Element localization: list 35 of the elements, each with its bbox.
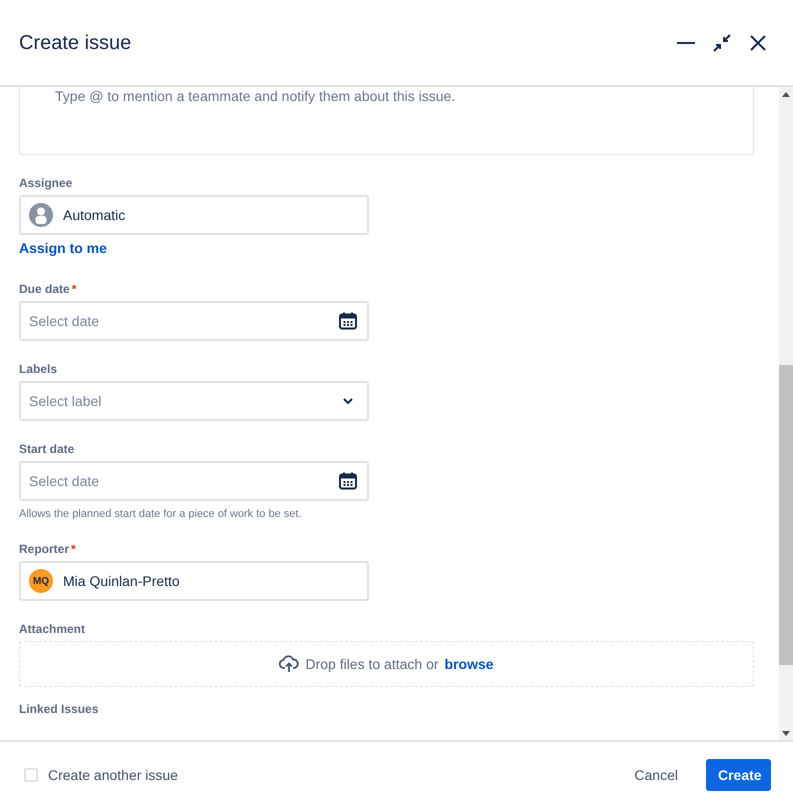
field-label: Due date * <box>19 282 76 296</box>
field-label: Assignee <box>19 176 72 190</box>
checkbox[interactable] <box>24 768 38 782</box>
cloud-upload-icon <box>279 655 300 673</box>
checkbox-label: Create another issue <box>48 766 178 784</box>
help-text: Allows the planned start date for a piece of work to be set. <box>19 507 302 521</box>
avatar: MQ <box>29 569 53 593</box>
user-picker-field[interactable]: Automatic <box>19 195 369 235</box>
close-icon <box>750 34 766 50</box>
create-button[interactable]: Create <box>706 759 771 791</box>
field-label: Attachment <box>19 622 86 636</box>
calendar-icon <box>339 472 357 490</box>
scroll-up-icon[interactable] <box>782 92 790 96</box>
field-label: Labels <box>19 362 58 376</box>
drop-files-text: Drop files to attach or <box>305 654 439 674</box>
select-field[interactable]: Select label <box>19 381 369 421</box>
dialog-title: Create issue <box>19 30 132 54</box>
collapse-icon <box>713 34 731 52</box>
field-label: Linked Issues <box>19 702 98 716</box>
field-label: Start date <box>19 442 74 456</box>
user-icon <box>29 203 53 227</box>
description-field[interactable]: Type @ to mention a teammate and notify them about this issue. <box>19 87 754 155</box>
date-field[interactable]: Select date <box>19 301 369 341</box>
chevron-down-icon <box>343 398 353 404</box>
calendar-icon <box>339 312 357 330</box>
collapse-button[interactable] <box>711 32 733 54</box>
date-field[interactable]: Select date <box>19 461 369 501</box>
user-picker-field[interactable]: MQ Mia Quinlan-Pretto <box>19 561 369 601</box>
scroll-down-icon[interactable] <box>782 730 790 736</box>
cancel-button[interactable]: Cancel <box>622 758 690 792</box>
minimize-icon <box>677 40 695 44</box>
field-label: Reporter * <box>19 542 76 556</box>
drop-zone[interactable]: Drop files to attach or browse <box>19 641 754 687</box>
assign-link[interactable]: Assign to me <box>19 239 107 257</box>
browse-link[interactable]: browse <box>444 655 494 673</box>
